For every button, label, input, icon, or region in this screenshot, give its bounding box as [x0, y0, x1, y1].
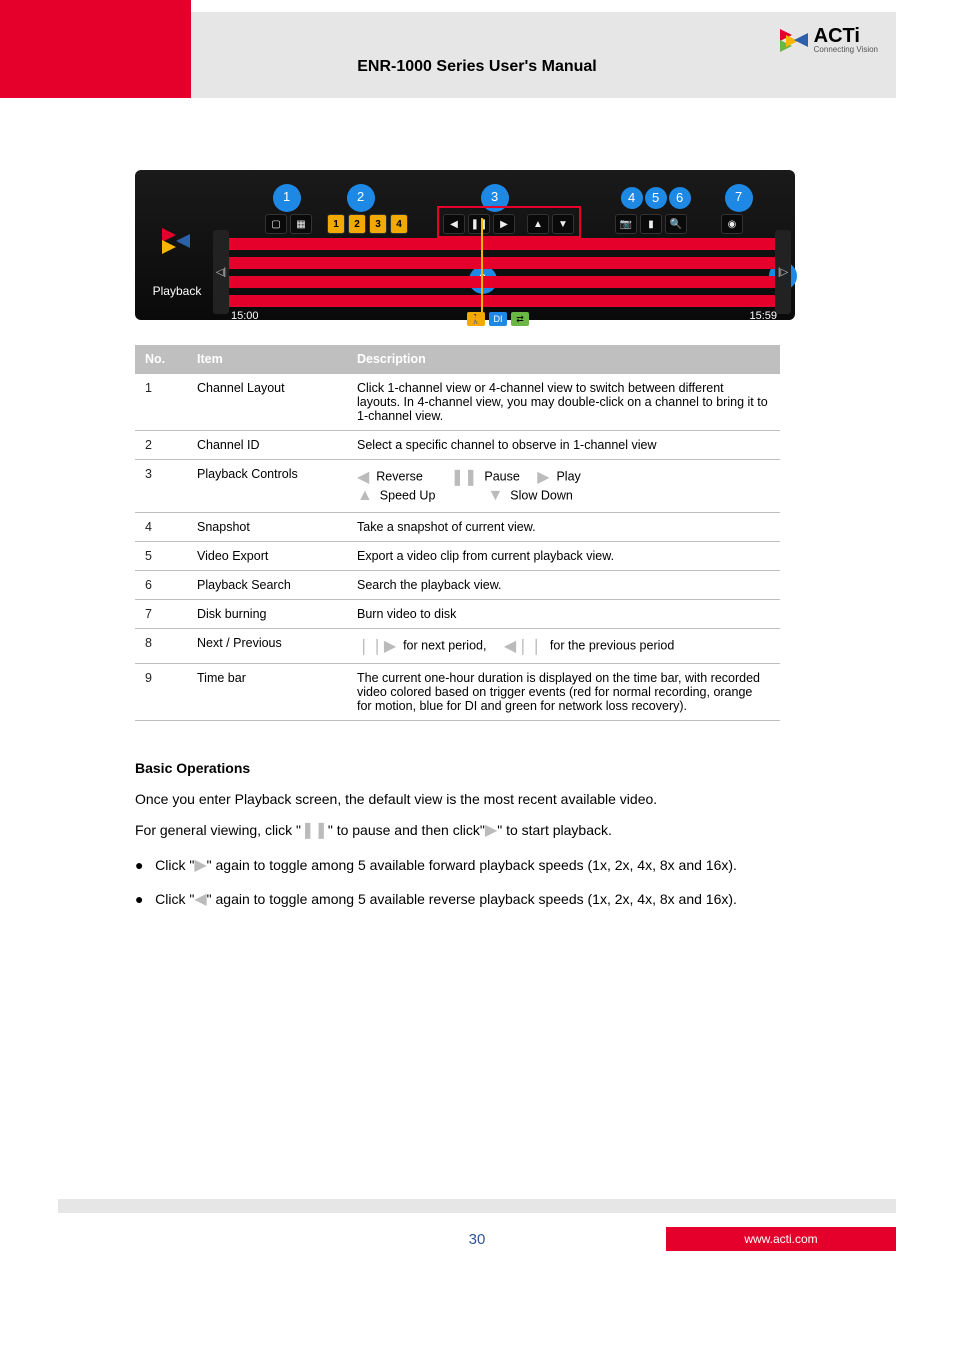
event-legend: 🚶 DI ⇄: [467, 312, 529, 326]
panel-left-block: Playback: [143, 228, 211, 298]
pause-glyph-icon: ❚❚: [451, 469, 478, 486]
timebar-row-3[interactable]: [229, 276, 777, 288]
channel-2-button[interactable]: 2: [348, 214, 366, 234]
capture-buttons[interactable]: 📷 ▮ 🔍: [615, 214, 687, 234]
play-inline-icon: ▶: [194, 857, 206, 874]
snapshot-button[interactable]: 📷: [615, 214, 637, 234]
callout-4: 4: [621, 187, 643, 209]
callout-2: 2: [347, 184, 375, 212]
bullet-reverse: ● Click "◀" again to toggle among 5 avai…: [135, 885, 815, 915]
next-period-button[interactable]: |▷: [775, 230, 791, 314]
reverse-icon[interactable]: ◀: [443, 214, 465, 234]
prev-period-button[interactable]: ◁|: [213, 230, 229, 314]
table-row: 8Next / Previous ❘❘▶ for next period, ◀❘…: [135, 629, 780, 664]
play-icon[interactable]: ▶: [493, 214, 515, 234]
table-row: 4SnapshotTake a snapshot of current view…: [135, 513, 780, 542]
motion-icon: 🚶: [467, 312, 485, 326]
acti-mark-small-icon: [162, 228, 192, 254]
brand-name: ACTi: [814, 26, 878, 46]
slow-down-icon[interactable]: ▼: [552, 214, 574, 234]
table-head-no: No.: [135, 345, 187, 374]
pause-icon[interactable]: ❚❚: [468, 214, 490, 234]
footer-site-strip: www.acti.com: [666, 1227, 896, 1251]
pause-inline-icon: ❚❚: [301, 822, 328, 839]
brand-logo: ACTi Connecting Vision: [780, 26, 878, 54]
table-row: 3Playback Controls ◀ Reverse ❚❚ Pause ▶ …: [135, 460, 780, 513]
table-row: 1Channel LayoutClick 1-channel view or 4…: [135, 374, 780, 431]
intro-line: Once you enter Playback screen, the defa…: [135, 786, 815, 813]
reverse-glyph-icon: ◀: [357, 469, 369, 486]
slowdown-glyph-icon: ▼: [488, 487, 504, 504]
network-loss-icon: ⇄: [511, 312, 529, 326]
footer-rule: [58, 1199, 896, 1213]
bullet-forward: ● Click "▶" again to toggle among 5 avai…: [135, 851, 815, 881]
time-end-label: 15:59: [749, 310, 777, 322]
next-period-glyph-icon: ❘❘▶: [357, 638, 396, 655]
brand-tagline: Connecting Vision: [814, 46, 878, 54]
layout-1ch-icon[interactable]: ▢: [265, 214, 287, 234]
callout-6: 6: [669, 187, 691, 209]
speed-up-icon[interactable]: ▲: [527, 214, 549, 234]
callout-1: 1: [273, 184, 301, 212]
timebar-row-4[interactable]: [229, 295, 777, 307]
playback-panel: 1 2 3 4 5 6 7 8 9 ▢ ▦ 1 2 3 4 ◀ ❚❚: [135, 170, 795, 320]
speedup-glyph-icon: ▲: [357, 487, 373, 504]
play-glyph-icon: ▶: [537, 469, 549, 486]
table-row: 6Playback SearchSearch the playback view…: [135, 571, 780, 600]
callout-5: 5: [645, 187, 667, 209]
panel-mode-label: Playback: [143, 284, 211, 298]
playhead[interactable]: [481, 218, 483, 312]
instruction-line: For general viewing, click "❚❚" to pause…: [135, 816, 815, 846]
playback-controls[interactable]: ◀ ❚❚ ▶ ▲ ▼: [443, 214, 574, 234]
header-red-block: [0, 0, 191, 98]
channel-1-button[interactable]: 1: [327, 214, 345, 234]
acti-mark-icon: [780, 29, 808, 51]
timebar-row-1[interactable]: [229, 238, 777, 250]
di-icon: DI: [489, 312, 507, 326]
channel-4-button[interactable]: 4: [390, 214, 408, 234]
channel-3-button[interactable]: 3: [369, 214, 387, 234]
table-row: 7Disk burningBurn video to disk: [135, 600, 780, 629]
table-row: 5Video ExportExport a video clip from cu…: [135, 542, 780, 571]
prev-period-glyph-icon: ◀❘❘: [504, 638, 543, 655]
callout-7: 7: [725, 184, 753, 212]
table-head-item: Item: [187, 345, 347, 374]
table-head-desc: Description: [347, 345, 780, 374]
reverse-inline-icon: ◀: [194, 891, 206, 908]
controls-table: No. Item Description 1Channel LayoutClic…: [135, 345, 780, 721]
section-heading: Basic Operations: [135, 755, 815, 782]
search-button[interactable]: 🔍: [665, 214, 687, 234]
disc-burn-button[interactable]: ◉: [721, 214, 743, 234]
export-button[interactable]: ▮: [640, 214, 662, 234]
timebar-row-2[interactable]: [229, 257, 777, 269]
body-text: Basic Operations Once you enter Playback…: [135, 755, 815, 915]
time-start-label: 15:00: [231, 310, 259, 322]
layout-4ch-icon[interactable]: ▦: [290, 214, 312, 234]
channel-id-buttons[interactable]: 1 2 3 4: [327, 214, 408, 234]
layout-buttons[interactable]: ▢ ▦: [265, 214, 312, 234]
play-inline-icon: ▶: [485, 822, 497, 839]
table-row: 9Time barThe current one-hour duration i…: [135, 664, 780, 721]
table-row: 2Channel IDSelect a specific channel to …: [135, 431, 780, 460]
burn-buttons[interactable]: ◉: [721, 214, 743, 234]
